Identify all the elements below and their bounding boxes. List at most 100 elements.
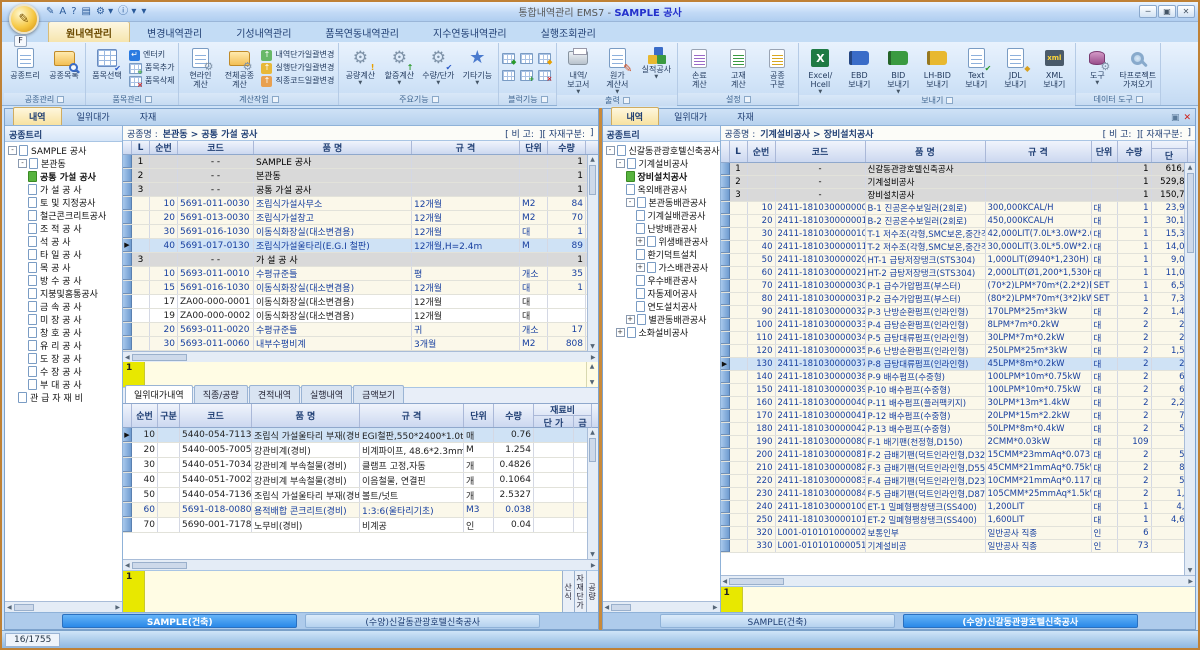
- row-selector[interactable]: [721, 397, 730, 409]
- tree-item[interactable]: -본관동배관공사: [603, 196, 720, 209]
- table-row[interactable]: 3- -공통 가설 공사1: [123, 183, 587, 197]
- row-selector[interactable]: [721, 488, 730, 500]
- table-row[interactable]: ▶405691-017-0130조립식가설울타리(E.G.I 철판)12개월,H…: [123, 239, 587, 253]
- dialog-launcher-icon[interactable]: [57, 96, 64, 103]
- row-selector[interactable]: [123, 211, 132, 224]
- table-row[interactable]: ▶1302411-181030000037P-8 급탕대류펌프(인라인형)45L…: [721, 358, 1185, 371]
- xml-export-button[interactable]: xmlXML 보내기: [1035, 44, 1073, 94]
- table-row[interactable]: 205440-005-7005강관비계(경비)비계파이프, 48.6*2.3mm…: [123, 443, 587, 458]
- table-row[interactable]: 705690-001-7178노무비(경비)비계공인0.04: [123, 518, 587, 533]
- tree-item[interactable]: 지붕및홈통공사: [5, 287, 122, 300]
- row-selector[interactable]: [721, 202, 730, 214]
- item-delete-button[interactable]: ×품목삭제: [129, 76, 174, 87]
- table-row[interactable]: 205693-011-0020수평규준틀귀개소17: [123, 323, 587, 337]
- row-selector[interactable]: [123, 458, 132, 472]
- ribbon-tab-기성내역관리[interactable]: 기성내역관리: [219, 22, 308, 42]
- excel-export-button[interactable]: XExcel/ Hcell▼: [801, 44, 839, 94]
- tree-item[interactable]: 조 적 공 사: [5, 222, 122, 235]
- table-row[interactable]: 2102411-181030000082F-3 급배기팬(덕트인라인형,D550…: [721, 462, 1185, 475]
- tree-item[interactable]: 공통 가설 공사: [5, 170, 122, 183]
- row-selector[interactable]: [721, 410, 730, 422]
- collapse-icon[interactable]: -: [606, 146, 615, 155]
- actual-work-button[interactable]: 실적공사▼: [637, 44, 675, 94]
- panel-tab-자재[interactable]: 자재: [722, 108, 769, 125]
- table-row[interactable]: 19ZA00-000-0002이동식화장실(대소변겸용)12개월대: [123, 309, 587, 323]
- row-selector[interactable]: [721, 189, 730, 201]
- row-selector[interactable]: [721, 423, 730, 435]
- project-button[interactable]: SAMPLE(건축): [62, 614, 297, 628]
- row-selector[interactable]: [721, 436, 730, 448]
- table-row[interactable]: 1802411-181030000042P-13 배수펌프(수중형)50LPM*…: [721, 423, 1185, 436]
- row-selector[interactable]: [721, 501, 730, 513]
- cost-statement-button[interactable]: ✎원가 계산서▼: [598, 44, 636, 94]
- table-row[interactable]: 105693-011-0010수평규준틀평개소35: [123, 267, 587, 281]
- workclass-list-button[interactable]: 공종목록: [45, 44, 83, 92]
- dialog-launcher-icon[interactable]: [623, 97, 630, 104]
- lhbid-export-button[interactable]: LH-BID 보내기: [918, 44, 956, 94]
- vertical-scrollbar[interactable]: ▲▼: [587, 428, 598, 559]
- row-selector[interactable]: [721, 241, 730, 253]
- tree-item[interactable]: +소화설비공사: [603, 326, 720, 339]
- dialog-launcher-icon[interactable]: [1136, 96, 1143, 103]
- tree-item[interactable]: +위생배관공사: [603, 235, 720, 248]
- tree-item[interactable]: 가 설 공 사: [5, 183, 122, 196]
- table-row[interactable]: 302411-181030000010T-1 저수조(각형,SMC보온,중간격4…: [721, 228, 1185, 241]
- tree-item[interactable]: 도 장 공 사: [5, 352, 122, 365]
- block-delete-icon[interactable]: ×: [538, 70, 551, 81]
- expand-icon[interactable]: +: [616, 328, 625, 337]
- table-row[interactable]: 155691-016-1030이동식화장실(대소변겸용)12개월대1: [123, 281, 587, 295]
- row-selector[interactable]: [123, 197, 132, 210]
- import-project-button[interactable]: 타프로젝트 가져오기: [1117, 44, 1158, 92]
- workclass-divide-button[interactable]: 공종 구분: [758, 44, 796, 92]
- sub-tab-금액보기[interactable]: 금액보기: [353, 385, 404, 403]
- trade-code-batch-change-button[interactable]: ↑직종코드일괄변경: [261, 76, 334, 87]
- table-row[interactable]: 2402411-181030000100ET-1 밀폐형팽창탱크(SS400)1…: [721, 501, 1185, 514]
- selected-row-indicator[interactable]: ▶: [123, 239, 132, 252]
- row-selector[interactable]: [123, 503, 132, 517]
- tree-item[interactable]: 관 급 자 재 비: [5, 391, 122, 404]
- row-selector[interactable]: [721, 280, 730, 292]
- block-insert-icon[interactable]: ◆: [538, 53, 551, 64]
- tool-fee-calc-button[interactable]: 손료 계산: [680, 44, 718, 92]
- memo-content[interactable]: [743, 587, 1196, 612]
- row-selector[interactable]: [123, 295, 132, 308]
- row-selector[interactable]: [721, 306, 730, 318]
- dialog-launcher-icon[interactable]: [744, 96, 751, 103]
- dialog-launcher-icon[interactable]: [272, 96, 279, 103]
- vertical-scrollbar[interactable]: ▲▼: [587, 155, 598, 351]
- qty-unitprice-button[interactable]: ⚙✔수량/단가▼: [419, 44, 457, 92]
- qat-icon[interactable]: ▤: [82, 3, 91, 21]
- tree-item[interactable]: +별관동배관공사: [603, 313, 720, 326]
- block-paste-icon[interactable]: [520, 53, 533, 64]
- row-selector[interactable]: [721, 228, 730, 240]
- block-copy-icon[interactable]: ◆: [502, 53, 515, 64]
- report-print-button[interactable]: 내역/ 보고서▼: [559, 44, 597, 94]
- dialog-launcher-icon[interactable]: [946, 97, 953, 104]
- item-select-button[interactable]: ✔품목선택: [88, 44, 126, 92]
- close-button[interactable]: ✕: [1177, 5, 1195, 18]
- sub-tab-견적내역[interactable]: 견적내역: [249, 385, 300, 403]
- qat-icon[interactable]: ⚙ ▾: [96, 3, 113, 21]
- table-row[interactable]: 802411-181030000031P-2 급수가압펌프(부스터)(80*2)…: [721, 293, 1185, 306]
- row-selector[interactable]: [123, 473, 132, 487]
- tree-item[interactable]: -SAMPLE 공사: [5, 144, 122, 157]
- tree-item[interactable]: 우수배관공사: [603, 274, 720, 287]
- tree-horizontal-scrollbar[interactable]: ◀▶: [603, 601, 720, 612]
- expand-icon[interactable]: +: [626, 315, 635, 324]
- panel-tab-내역[interactable]: 내역: [611, 107, 660, 125]
- project-button[interactable]: (수양)신갈동관광호텔신축공사: [305, 614, 540, 628]
- formula-content[interactable]: [145, 362, 586, 387]
- ribbon-tab-품목연동내역관리[interactable]: 품목연동내역관리: [308, 22, 416, 42]
- sub-tab-직종/공량[interactable]: 직종/공량: [194, 385, 248, 403]
- table-row[interactable]: 702411-181030000030P-1 급수가압펌프(부스터)(70*2)…: [721, 280, 1185, 293]
- project-button[interactable]: (수양)신갈동관광호텔신축공사: [903, 614, 1138, 628]
- table-row[interactable]: 2002411-181030000081F-2 급배기팬(덕트인라인형,D320…: [721, 449, 1185, 462]
- tree-item[interactable]: -신갈동관광호텔신축공사: [603, 144, 720, 157]
- block-add-icon[interactable]: +: [520, 70, 533, 81]
- tree-item[interactable]: 토 및 지정공사: [5, 196, 122, 209]
- restore-button[interactable]: ▣: [1158, 5, 1176, 18]
- memo-side-tab-자재단가[interactable]: 자재단가: [574, 571, 586, 612]
- sub-tab-일위대가내역[interactable]: 일위대가내역: [125, 385, 193, 403]
- memo-side-tab-공량[interactable]: 공량: [586, 571, 598, 612]
- dialog-launcher-icon[interactable]: [541, 96, 548, 103]
